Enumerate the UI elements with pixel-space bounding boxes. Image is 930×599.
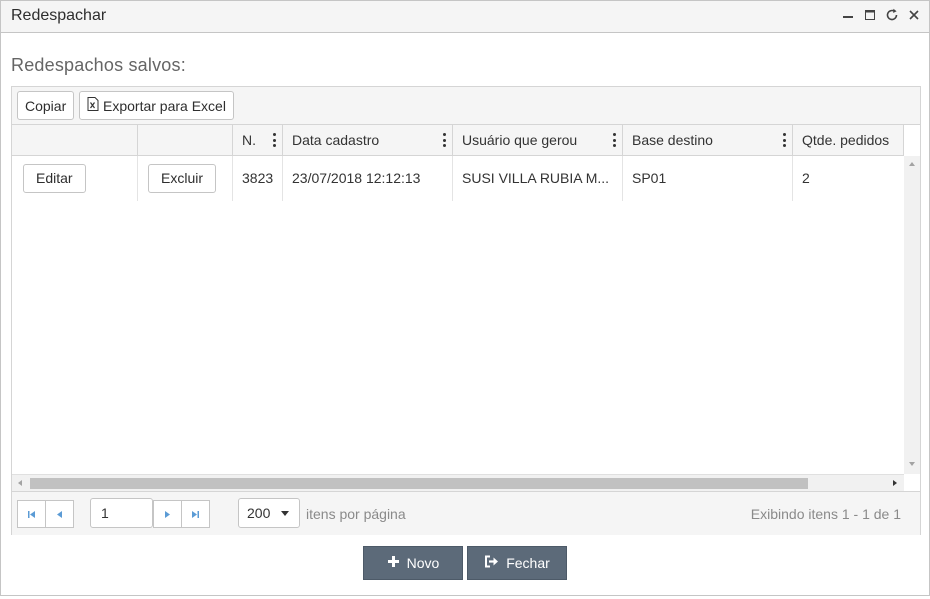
column-header-label: Qtde. pedidos: [802, 132, 890, 148]
export-excel-label: Exportar para Excel: [103, 97, 226, 114]
next-page-icon: [165, 510, 170, 518]
column-header-label: Usuário que gerou: [462, 132, 578, 148]
scroll-right-icon[interactable]: [893, 480, 897, 486]
section-label: Redespachos salvos:: [11, 55, 186, 75]
close-button[interactable]: Fechar: [467, 546, 567, 580]
table-row: Editar Excluir 3823 23/07/2018 12:12:13 …: [12, 156, 904, 201]
new-button-label: Novo: [406, 555, 440, 571]
edit-cell: Editar: [12, 156, 138, 201]
minimize-icon[interactable]: [839, 6, 857, 24]
column-header-usuario[interactable]: Usuário que gerou: [453, 125, 623, 155]
pager: 200 itens por página Exibindo itens 1 - …: [12, 491, 920, 535]
window-titlebar: Redespachar: [1, 1, 929, 33]
column-header-qtde-pedidos[interactable]: Qtde. pedidos: [793, 125, 904, 155]
horizontal-scroll-thumb[interactable]: [30, 478, 808, 489]
redespachar-window: Redespachar Redespachos salvos: Copiar E…: [0, 0, 930, 596]
usuario-cell: SUSI VILLA RUBIA M...: [453, 156, 623, 201]
column-header-base-destino[interactable]: Base destino: [623, 125, 793, 155]
numero-cell: 3823: [233, 156, 283, 201]
last-page-button[interactable]: [181, 500, 210, 528]
prev-page-button[interactable]: [45, 500, 74, 528]
copy-button[interactable]: Copiar: [17, 91, 75, 120]
exit-icon: [484, 555, 499, 571]
per-page-label: itens por página: [306, 506, 406, 522]
column-menu-icon[interactable]: [442, 133, 446, 147]
column-header-label: Data cadastro: [292, 132, 380, 148]
pager-info: Exibindo itens 1 - 1 de 1: [750, 506, 901, 522]
column-header-label: Base destino: [632, 132, 713, 148]
column-header-edit: [12, 125, 138, 155]
chevron-down-icon: [281, 511, 289, 516]
page-size-value: 200: [247, 505, 271, 521]
export-excel-button[interactable]: Exportar para Excel: [79, 91, 234, 120]
page-size-select[interactable]: 200: [238, 498, 300, 528]
grid-body: Editar Excluir 3823 23/07/2018 12:12:13 …: [12, 156, 904, 474]
column-header-numero[interactable]: N.: [233, 125, 283, 155]
window-title: Redespachar: [11, 7, 107, 24]
scroll-down-icon[interactable]: [909, 462, 915, 466]
next-page-button[interactable]: [153, 500, 182, 528]
base-destino-cell: SP01: [623, 156, 793, 201]
column-header-data-cadastro[interactable]: Data cadastro: [283, 125, 453, 155]
plus-icon: [387, 555, 400, 571]
vertical-scrollbar[interactable]: [904, 156, 920, 474]
column-menu-icon[interactable]: [782, 133, 786, 147]
grid-header: N. Data cadastro Usuário que gerou Base …: [12, 125, 904, 156]
column-header-delete: [138, 125, 233, 155]
maximize-icon[interactable]: [861, 6, 879, 24]
delete-button[interactable]: Excluir: [148, 164, 217, 193]
copy-button-label: Copiar: [25, 97, 67, 114]
window-actions: [839, 6, 923, 24]
close-button-label: Fechar: [506, 555, 550, 571]
redespachos-grid: Copiar Exportar para Excel N. Data cadas…: [11, 86, 921, 535]
edit-button[interactable]: Editar: [23, 164, 86, 193]
delete-cell: Excluir: [138, 156, 233, 201]
column-menu-icon[interactable]: [272, 133, 276, 147]
grid-toolbar: Copiar Exportar para Excel: [12, 87, 920, 125]
qtde-pedidos-cell: 2: [802, 170, 810, 186]
excel-file-icon: [87, 97, 99, 114]
page-number-input[interactable]: [90, 498, 153, 528]
scroll-up-icon[interactable]: [909, 162, 915, 166]
column-menu-icon[interactable]: [612, 133, 616, 147]
first-page-button[interactable]: [17, 500, 46, 528]
close-icon[interactable]: [905, 6, 923, 24]
first-page-icon: [28, 510, 35, 518]
prev-page-icon: [57, 510, 62, 518]
horizontal-scrollbar[interactable]: [12, 474, 904, 491]
scroll-left-icon[interactable]: [18, 480, 22, 486]
refresh-icon[interactable]: [883, 6, 901, 24]
new-button[interactable]: Novo: [363, 546, 463, 580]
last-page-icon: [192, 510, 199, 518]
data-cadastro-cell: 23/07/2018 12:12:13: [283, 156, 453, 201]
column-header-label: N.: [242, 132, 256, 148]
